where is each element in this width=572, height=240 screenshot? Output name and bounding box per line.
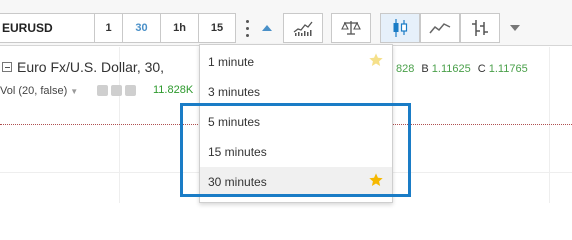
ohlc-values: 828 B 1.11625 C 1.11765 [396,63,528,75]
candles-icon[interactable] [380,13,420,43]
dropdown-item-30-minutes[interactable]: 30 minutes [200,167,392,197]
dropdown-item-3-minutes[interactable]: 3 minutes [200,77,392,107]
dropdown-item-15-minutes[interactable]: 15 minutes [200,137,392,167]
timeframe-button-1[interactable]: 1 [94,13,123,43]
indicators-icon[interactable] [283,13,323,43]
volume-study-label[interactable]: Vol (20, false) ▼ [0,85,78,97]
close-icon[interactable] [125,85,136,96]
chart-toolbar: EURUSD 1 30 1h 15 [0,0,572,46]
bars-icon[interactable] [460,13,500,43]
favorite-star-icon[interactable] [368,172,384,188]
settings-icon[interactable] [111,85,122,96]
grid-line [549,47,550,203]
volume-value: 11.828K [153,84,194,96]
study-controls [97,85,136,96]
eye-icon[interactable] [97,85,108,96]
more-options-icon[interactable] [236,13,258,43]
timeframe-dropdown: 1 minute 3 minutes 5 minutes 15 minutes … [199,44,393,203]
timeframe-button-15[interactable]: 15 [198,13,236,43]
symbol-input[interactable]: EURUSD [0,13,95,43]
line-chart-icon[interactable] [420,13,460,43]
legend-title: Euro Fx/U.S. Dollar, 30, [2,59,164,75]
favorite-star-icon[interactable] [368,52,384,68]
chevron-down-icon[interactable] [504,13,526,43]
collapse-caret-icon[interactable] [258,13,276,43]
timeframe-button-30[interactable]: 30 [122,13,161,43]
timeframe-button-1h[interactable]: 1h [160,13,199,43]
compare-icon[interactable] [331,13,371,43]
dropdown-item-5-minutes[interactable]: 5 minutes [200,107,392,137]
dropdown-item-1-minute[interactable]: 1 minute [200,47,392,77]
collapse-legend-icon[interactable] [2,62,12,72]
